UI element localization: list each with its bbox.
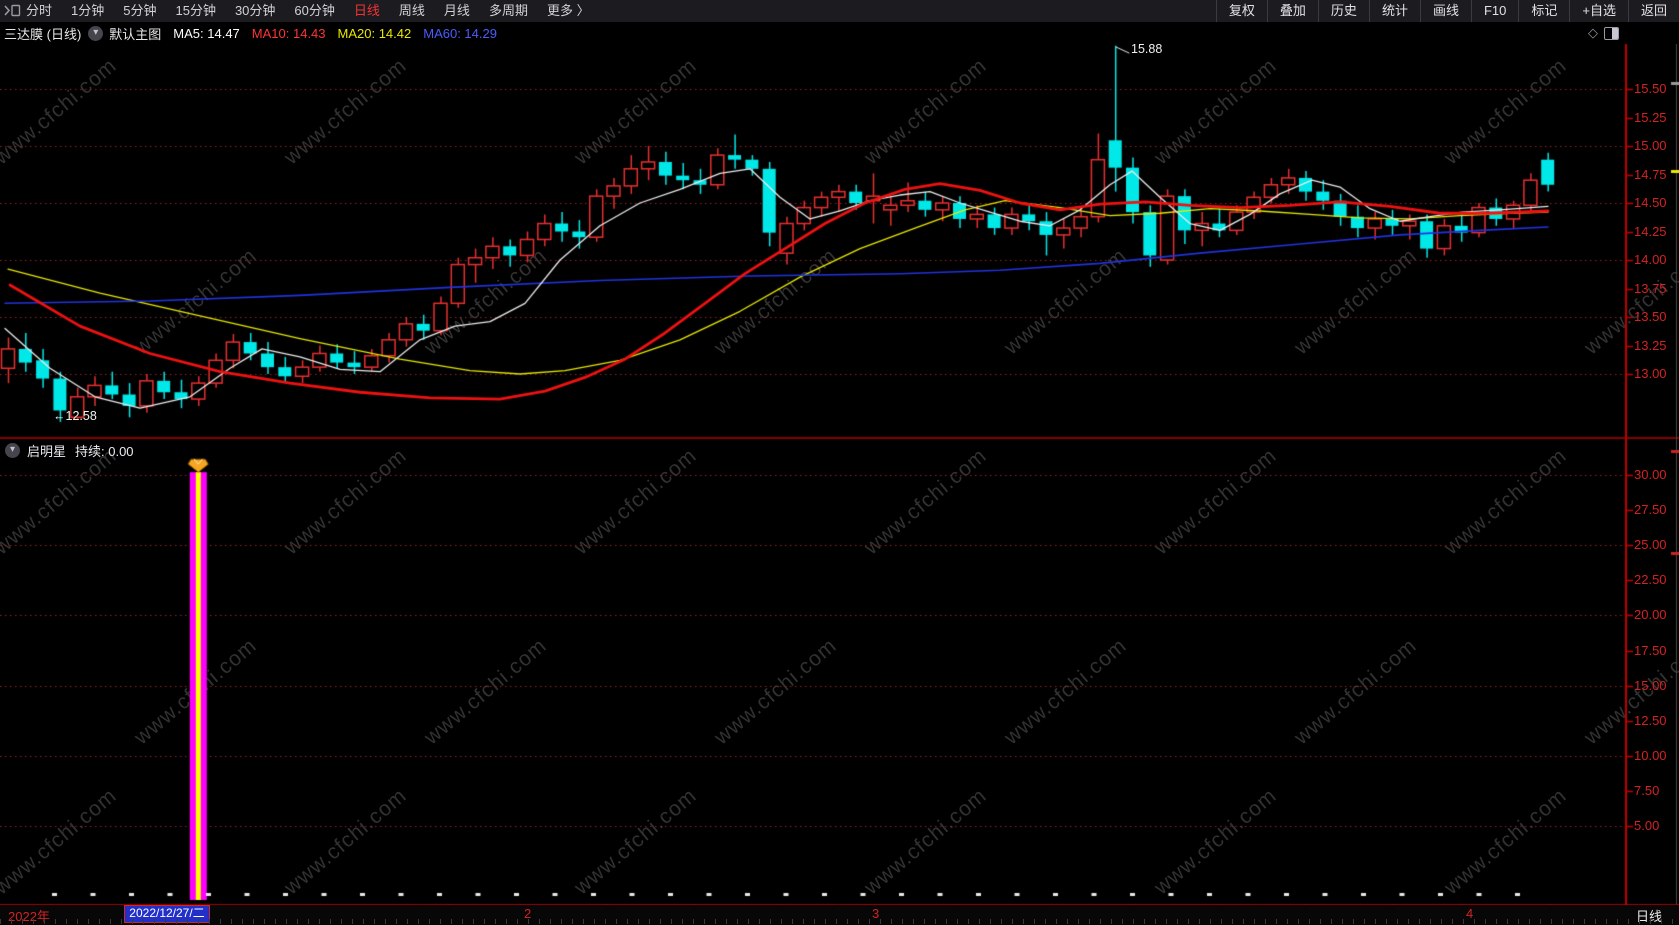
collapse-sidebar-icon[interactable] (3, 4, 21, 17)
toolbar-button-画线[interactable]: 画线 (1419, 0, 1471, 22)
indicator-name: 启明星 (27, 443, 67, 459)
indicator-chevron-icon[interactable]: ▾ (5, 442, 20, 458)
period-tab-60分钟[interactable]: 60分钟 (294, 0, 334, 22)
toolbar-button-F10[interactable]: F10 (1470, 0, 1518, 22)
indicator-header: ▾ 启明星 持续: 0.00 (0, 440, 134, 460)
period-tab-分时[interactable]: 分时 (26, 0, 52, 22)
period-tab-30分钟[interactable]: 30分钟 (235, 0, 275, 22)
chart-canvas[interactable] (0, 0, 1679, 924)
date-axis-bar: 2022年 2022/12/27/二 234 日线 (0, 905, 1679, 924)
chevron-down-circle-icon[interactable]: ▾ (88, 25, 104, 41)
stock-title: 三达膜 (日线) (4, 26, 82, 42)
stock-chart-app: { "menu": { "left": [ {"label":"分时","act… (0, 0, 1679, 924)
minor-tick-strip (0, 919, 1679, 924)
period-tab-月线[interactable]: 月线 (444, 0, 470, 22)
ma-readouts: MA5: 14.47 MA10: 14.43 MA20: 14.42 MA60: 14… (161, 26, 497, 41)
diamond-marker-icon[interactable]: ◇ (1588, 25, 1598, 41)
main-layout-selector[interactable]: 默认主图 (109, 24, 161, 43)
split-panel-icon[interactable] (1604, 26, 1619, 40)
toolbar-button-叠加[interactable]: 叠加 (1266, 0, 1318, 22)
period-menubar: 分时 1分钟 5分钟 15分钟 30分钟 60分钟 日线 周线 月线 多周期 更多 〉 复权 叠加 历史… (0, 0, 1679, 23)
titlebar-icons: ◇ (1588, 25, 1619, 41)
ma-readout: MA10: 14.43 (251, 25, 326, 41)
toolbar-button-历史[interactable]: 历史 (1317, 0, 1369, 22)
period-tab-5分钟[interactable]: 5分钟 (123, 0, 156, 22)
period-menu: 分时 1分钟 5分钟 15分钟 30分钟 60分钟 日线 周线 月线 多周期 更多 〉 (26, 0, 590, 22)
toolbar-button-统计[interactable]: 统计 (1368, 0, 1420, 22)
indicator-status: 持续: 0.00 (75, 443, 134, 459)
period-tab-日线[interactable]: 日线 (354, 0, 380, 22)
toolbar-menu: 复权 叠加 历史 统计 画线 F10 标记 +自选 返回 (1215, 0, 1679, 22)
period-tab-更多 〉[interactable]: 更多 〉 (547, 0, 590, 22)
period-tab-多周期[interactable]: 多周期 (489, 0, 528, 22)
ma-readout: MA20: 14.42 (337, 25, 412, 41)
ma-readout: MA60: 14.29 (423, 25, 497, 41)
toolbar-button-返回[interactable]: 返回 (1627, 0, 1679, 22)
period-tab-1分钟[interactable]: 1分钟 (71, 0, 104, 22)
toolbar-button-+自选[interactable]: +自选 (1569, 0, 1628, 22)
toolbar-button-标记[interactable]: 标记 (1518, 0, 1569, 22)
toolbar-button-复权[interactable]: 复权 (1215, 0, 1267, 22)
ma-readout: MA5: 14.47 (173, 25, 240, 41)
chart-titlebar: 三达膜 (日线) ▾ 默认主图 MA5: 14.47 MA10: 14.43 MA2… (0, 22, 1679, 44)
period-tab-15分钟[interactable]: 15分钟 (175, 0, 215, 22)
period-tab-周线[interactable]: 周线 (399, 0, 425, 22)
